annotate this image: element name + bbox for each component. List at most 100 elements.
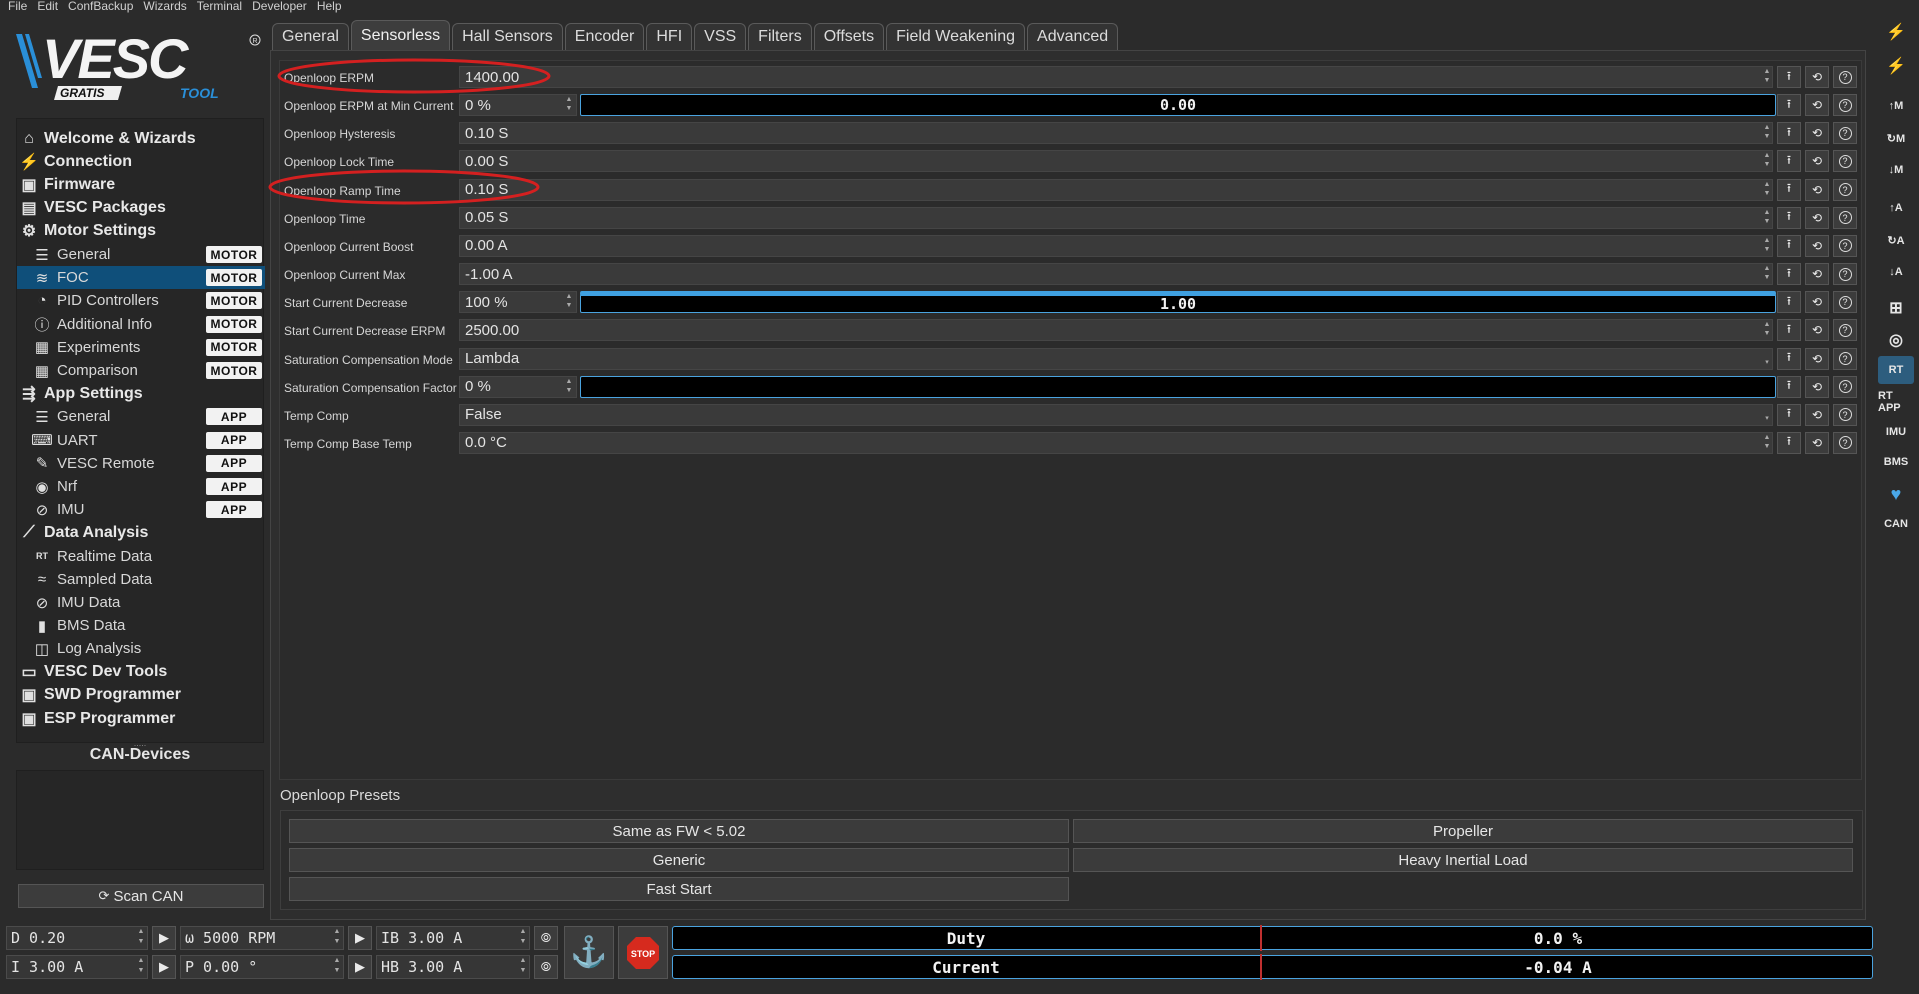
upload-button[interactable]: ⭱ (1777, 66, 1801, 88)
sidebar-item-bms-data[interactable]: ▮ BMS Data (17, 614, 265, 637)
sidebar-item-nrf[interactable]: ◉ Nrf APP (17, 475, 265, 498)
sidebar-item-general[interactable]: ☰ General MOTOR (17, 243, 265, 266)
menu-confbackup[interactable]: ConfBackup (68, 0, 133, 12)
speed-input[interactable]: ω 5000 RPM (180, 926, 344, 950)
ib-button[interactable]: ⦾ (534, 926, 558, 950)
hb-spin[interactable]: ▲ ▼ (518, 956, 528, 978)
sidebar-item-comparison[interactable]: ▦ Comparison MOTOR (17, 359, 265, 382)
position-input[interactable]: P 0.00 ° (180, 955, 344, 979)
menu-wizards[interactable]: Wizards (143, 0, 186, 12)
upload-button[interactable]: ⭱ (1777, 403, 1801, 426)
restore-default-button[interactable]: ⟲ (1805, 263, 1829, 286)
param-spin[interactable]: ▲ ▼ (1762, 67, 1772, 87)
restore-default-button[interactable]: ⟲ (1805, 319, 1829, 342)
help-button[interactable]: ? (1833, 431, 1857, 454)
tab-general[interactable]: General (272, 23, 349, 50)
menu-terminal[interactable]: Terminal (197, 0, 242, 12)
upload-button[interactable]: ⭱ (1777, 263, 1801, 286)
param-spin[interactable]: ▲ ▼ (1762, 123, 1772, 143)
restore-default-button[interactable]: ⟲ (1805, 403, 1829, 426)
sidebar-item-uart[interactable]: ⌨ UART APP (17, 429, 265, 452)
param-input[interactable]: 0.00 S (459, 150, 1773, 173)
restore-default-button[interactable]: ⟲ (1805, 206, 1829, 229)
sidebar-item-imu[interactable]: ⊘ IMU APP (17, 498, 265, 521)
preset-propeller-button[interactable]: Propeller (1073, 819, 1853, 843)
upload-button[interactable]: ⭱ (1777, 122, 1801, 145)
param-spin[interactable]: ▲ ▼ (564, 292, 574, 312)
sidebar-item-vesc-packages[interactable]: ▤ VESC Packages (17, 197, 265, 220)
param-select[interactable]: Lambda (459, 347, 1773, 370)
restore-default-button[interactable]: ⟲ (1805, 122, 1829, 145)
help-button[interactable]: ? (1833, 234, 1857, 257)
tab-field-weakening[interactable]: Field Weakening (886, 23, 1026, 50)
tab-filters[interactable]: Filters (748, 23, 812, 50)
upload-button[interactable]: ⭱ (1777, 291, 1801, 314)
sidebar-item-data-analysis[interactable]: ⟋ Data Analysis (17, 521, 265, 544)
tab-encoder[interactable]: Encoder (564, 23, 645, 50)
menu-help[interactable]: Help (317, 0, 342, 12)
sidebar-item-vesc-remote[interactable]: ✎ VESC Remote APP (17, 452, 265, 475)
upload-button[interactable]: ⭱ (1777, 431, 1801, 454)
upload-button[interactable]: ⭱ (1777, 150, 1801, 173)
sidebar-item-experiments[interactable]: ▦ Experiments MOTOR (17, 336, 265, 359)
menu-developer[interactable]: Developer (252, 0, 307, 12)
param-spin[interactable]: ▲ ▼ (1762, 151, 1772, 171)
param-input[interactable]: 0.0 °C (459, 431, 1773, 454)
help-button[interactable]: ? (1833, 66, 1857, 88)
param-input[interactable]: 0 % (459, 94, 577, 117)
scan-can-button[interactable]: ⟳ Scan CAN (18, 884, 264, 908)
restore-default-button[interactable]: ⟲ (1805, 66, 1829, 88)
preset-generic-button[interactable]: Generic (289, 848, 1069, 872)
preset-heavy-inertial-button[interactable]: Heavy Inertial Load (1073, 848, 1853, 872)
param-input[interactable]: 1400.00 (459, 66, 1773, 88)
sidebar-item-connection[interactable]: ⚡ Connection (17, 150, 265, 173)
current-input[interactable]: I 3.00 A (6, 955, 148, 979)
param-spin[interactable]: ▲ ▼ (1762, 180, 1772, 200)
can-button[interactable]: CAN (1878, 510, 1914, 538)
help-button[interactable]: ? (1833, 150, 1857, 173)
restore-default-button[interactable]: ⟲ (1805, 234, 1829, 257)
preset-same-as-fw-button[interactable]: Same as FW < 5.02 (289, 819, 1069, 843)
restore-default-button[interactable]: ⟲ (1805, 347, 1829, 370)
chevron-down-icon[interactable]: ▾ (1762, 405, 1772, 425)
gamepad-button[interactable]: ◎ (1878, 326, 1914, 354)
heart-button[interactable]: ♥ (1878, 480, 1914, 508)
sidebar-item-pid-controllers[interactable]: ◔ PID Controllers MOTOR (17, 289, 265, 312)
param-spin[interactable]: ▲ ▼ (1762, 264, 1772, 284)
sidebar-item-esp-programmer[interactable]: ▣ ESP Programmer (17, 707, 265, 730)
duty-spin[interactable]: ▲ ▼ (136, 927, 146, 949)
param-input[interactable]: 0.05 S (459, 206, 1773, 229)
sidebar-item-motor-settings[interactable]: ⚙ Motor Settings (17, 220, 265, 243)
anchor-button[interactable]: ⚓ (564, 926, 614, 979)
menu-edit[interactable]: Edit (37, 0, 58, 12)
upload-button[interactable]: ⭱ (1777, 319, 1801, 342)
sidebar-item-additional-info[interactable]: ⓘ Additional Info MOTOR (17, 313, 265, 336)
param-input[interactable]: 0.00 A (459, 234, 1773, 257)
sidebar-item-general[interactable]: ☰ General APP (17, 405, 265, 428)
position-spin[interactable]: ▲ ▼ (332, 956, 342, 978)
sidebar-item-realtime-data[interactable]: RT Realtime Data (17, 545, 265, 568)
upload-button[interactable]: ⭱ (1777, 206, 1801, 229)
sidebar-item-firmware[interactable]: ▣ Firmware (17, 173, 265, 196)
omega-m-button[interactable]: ↻M (1878, 124, 1914, 152)
help-button[interactable]: ? (1833, 122, 1857, 145)
preset-fast-start-button[interactable]: Fast Start (289, 877, 1069, 901)
speed-spin[interactable]: ▲ ▼ (332, 927, 342, 949)
param-spin[interactable]: ▲ ▼ (564, 95, 574, 115)
tab-advanced[interactable]: Advanced (1027, 23, 1119, 50)
help-button[interactable]: ? (1833, 263, 1857, 286)
param-input[interactable]: 0.10 S (459, 178, 1773, 201)
tab-offsets[interactable]: Offsets (813, 23, 885, 50)
sidebar-item-sampled-data[interactable]: ≈ Sampled Data (17, 568, 265, 591)
restore-default-button[interactable]: ⟲ (1805, 291, 1829, 314)
restore-default-button[interactable]: ⟲ (1805, 178, 1829, 201)
sidebar-item-log-analysis[interactable]: ◫ Log Analysis (17, 637, 265, 660)
param-spin[interactable]: ▲ ▼ (564, 377, 574, 397)
current-play-button[interactable]: ▶ (152, 955, 176, 979)
position-play-button[interactable]: ▶ (348, 955, 372, 979)
param-input[interactable]: 0.10 S (459, 122, 1773, 145)
sidebar-item-imu-data[interactable]: ⊘ IMU Data (17, 591, 265, 614)
omega-a-button[interactable]: ↻A (1878, 226, 1914, 254)
sidebar-item-vesc-dev-tools[interactable]: ▭ VESC Dev Tools (17, 661, 265, 684)
sidebar-item-swd-programmer[interactable]: ▣ SWD Programmer (17, 684, 265, 707)
